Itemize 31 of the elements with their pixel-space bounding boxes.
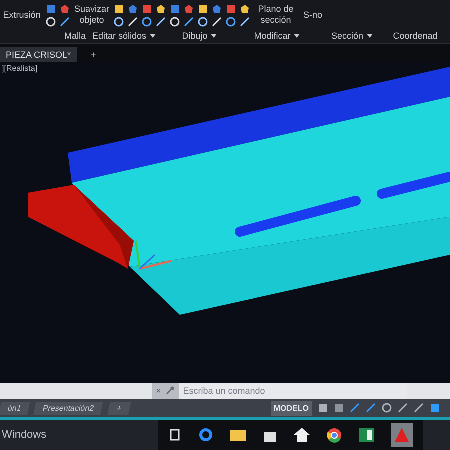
browser-icon[interactable] bbox=[199, 428, 213, 442]
square-icon[interactable] bbox=[430, 403, 440, 413]
ribbon-button[interactable]: Suavizar objeto bbox=[74, 4, 110, 26]
panel-title[interactable]: Modificar bbox=[254, 30, 291, 40]
panel-title[interactable]: Sección bbox=[331, 30, 364, 40]
spreadsheet-icon[interactable] bbox=[359, 428, 374, 442]
ribbon-button[interactable]: Extrusión bbox=[2, 10, 42, 20]
folder-icon[interactable] bbox=[230, 429, 246, 441]
panel-title[interactable]: Malla bbox=[64, 30, 86, 40]
ucs-axis-icon bbox=[135, 240, 172, 270]
layout-tab[interactable]: Presentación2 bbox=[34, 402, 104, 414]
home-icon[interactable] bbox=[294, 428, 310, 442]
viewport-label[interactable]: ][Realista] bbox=[2, 64, 38, 73]
panel-title[interactable]: Editar sólidos bbox=[92, 30, 147, 40]
document-tab[interactable]: PIEZA CRISOL* bbox=[0, 47, 78, 62]
model-button[interactable]: MODELO bbox=[270, 400, 312, 416]
chrome-icon[interactable] bbox=[327, 428, 342, 442]
caret-icon[interactable] bbox=[294, 34, 300, 38]
document-tab[interactable]: + bbox=[85, 47, 102, 62]
layout-tab[interactable]: + bbox=[107, 402, 131, 414]
command-field[interactable]: Escriba un comando bbox=[179, 383, 408, 399]
caret-icon[interactable] bbox=[150, 34, 156, 38]
ribbon-button[interactable]: Plano de sección bbox=[254, 4, 298, 26]
panel-title[interactable]: Dibujo bbox=[182, 30, 208, 40]
windows-notice: Windows bbox=[1, 429, 48, 441]
caret-icon[interactable] bbox=[366, 34, 373, 38]
caret-icon[interactable] bbox=[210, 34, 217, 38]
panel-title[interactable]: Coordenad bbox=[393, 30, 438, 40]
layout-tab[interactable]: ón1 bbox=[0, 402, 31, 414]
ribbon-button[interactable]: S-no bbox=[302, 10, 324, 20]
wrench-icon[interactable] bbox=[165, 386, 176, 396]
